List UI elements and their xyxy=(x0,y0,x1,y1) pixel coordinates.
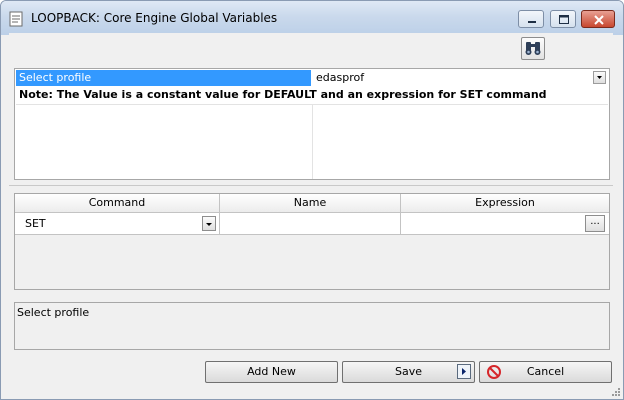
profile-dropdown-button[interactable] xyxy=(593,71,606,84)
save-button[interactable]: Save xyxy=(342,361,475,383)
find-button[interactable] xyxy=(521,37,545,60)
chevron-down-icon xyxy=(206,223,212,226)
command-cell[interactable]: SET xyxy=(15,213,220,235)
profile-value: edasprof xyxy=(316,71,365,84)
profile-property-grid: Select profile edasprof Note: The Value … xyxy=(14,68,610,180)
description-text: Select profile xyxy=(17,306,90,319)
description-panel: Select profile xyxy=(14,302,610,350)
command-dropdown-button[interactable] xyxy=(202,216,216,231)
minimize-icon xyxy=(528,21,536,23)
maximize-icon xyxy=(559,15,569,24)
close-icon xyxy=(594,15,604,25)
close-button[interactable] xyxy=(581,10,615,28)
cancel-button[interactable]: Cancel xyxy=(479,361,612,383)
binoculars-icon xyxy=(525,42,541,55)
expression-browse-button[interactable]: ... xyxy=(585,215,605,232)
dialog-window: LOOPBACK: Core Engine Global Variables S… xyxy=(0,0,624,400)
section-separator xyxy=(9,185,613,186)
cancel-label: Cancel xyxy=(526,365,565,378)
profile-note: Note: The Value is a constant value for … xyxy=(19,88,547,101)
dialog-body: Select profile edasprof Note: The Value … xyxy=(9,33,613,391)
prohibited-icon xyxy=(487,365,501,379)
profile-row[interactable]: Select profile edasprof xyxy=(16,70,608,86)
column-header-command[interactable]: Command xyxy=(15,194,220,213)
column-header-name[interactable]: Name xyxy=(220,194,401,213)
name-cell[interactable] xyxy=(220,213,401,235)
minimize-button[interactable] xyxy=(518,10,544,28)
command-value: SET xyxy=(25,217,46,230)
resize-grip-icon[interactable] xyxy=(609,385,621,397)
window-title: LOOPBACK: Core Engine Global Variables xyxy=(31,11,278,25)
chevron-down-icon xyxy=(597,76,602,79)
profile-value-select[interactable]: edasprof xyxy=(313,70,608,86)
command-grid: Command Name Expression SET ... xyxy=(14,193,610,290)
title-bar[interactable]: LOOPBACK: Core Engine Global Variables xyxy=(1,1,623,35)
column-header-expression[interactable]: Expression xyxy=(401,194,609,213)
window-app-icon xyxy=(9,11,23,27)
save-options-button[interactable] xyxy=(457,364,471,379)
save-label: Save xyxy=(394,365,422,378)
add-new-button[interactable]: Add New xyxy=(205,361,338,383)
expression-cell[interactable]: ... xyxy=(401,213,609,235)
add-new-label: Add New xyxy=(247,365,296,378)
grid-divider xyxy=(312,105,313,179)
chevron-right-icon xyxy=(462,368,466,375)
profile-key-label[interactable]: Select profile xyxy=(16,70,311,86)
maximize-button[interactable] xyxy=(550,10,576,28)
